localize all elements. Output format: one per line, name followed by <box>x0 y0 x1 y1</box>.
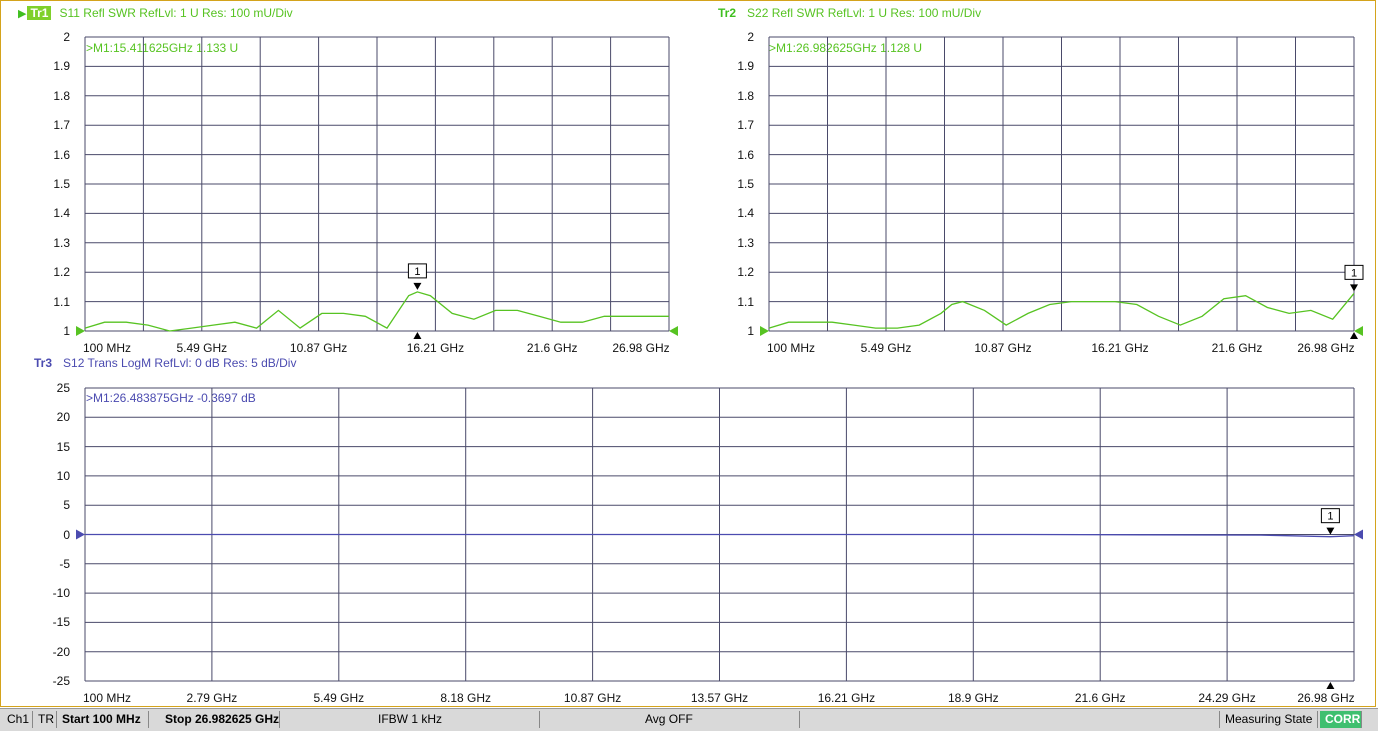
marker-label: 1 <box>414 266 420 278</box>
marker-pointer-icon <box>413 282 422 290</box>
marker-axis-indicator-icon <box>1350 332 1358 339</box>
ref-level-left-arrow-icon <box>760 326 769 336</box>
stop-frequency[interactable]: Stop 26.982625 GHz <box>160 711 280 728</box>
correction-indicator[interactable]: CORR <box>1320 711 1362 728</box>
status-spacer <box>800 711 1220 728</box>
marker-pointer-icon <box>1350 284 1358 292</box>
marker-label: 1 <box>1351 267 1357 279</box>
marker-1[interactable]: 1 <box>407 263 427 290</box>
marker-axis-indicator-icon <box>1326 682 1335 689</box>
measurement-diagrams[interactable]: 1 1 1 <box>0 0 1378 708</box>
marker-1[interactable]: 1 <box>1320 508 1340 535</box>
marker-label: 1 <box>1327 511 1333 523</box>
averaging-setting[interactable]: Avg OFF <box>540 711 800 728</box>
measuring-state: Measuring State <box>1220 711 1318 728</box>
ifbw-setting[interactable]: IFBW 1 kHz <box>280 711 540 728</box>
start-frequency[interactable]: Start 100 MHz <box>57 711 149 728</box>
channel-indicator[interactable]: Ch1 <box>2 711 33 728</box>
trace3-diagram[interactable]: 1 <box>76 387 1363 689</box>
ref-level-left-arrow-icon <box>76 529 85 540</box>
trace1-diagram[interactable]: 1 <box>76 36 678 339</box>
trace2-diagram[interactable]: 1 <box>760 36 1364 339</box>
status-bar: Ch1 TR Start 100 MHz Stop 26.982625 GHz … <box>0 708 1378 731</box>
marker-axis-indicator-icon <box>413 332 422 339</box>
ref-level-right-arrow-icon <box>669 326 678 336</box>
mode-indicator[interactable]: TR <box>33 711 57 728</box>
marker-pointer-icon <box>1326 527 1335 535</box>
ref-level-right-arrow-icon <box>1354 529 1363 540</box>
marker-1[interactable]: 1 <box>1344 264 1364 292</box>
ref-level-left-arrow-icon <box>76 326 85 336</box>
